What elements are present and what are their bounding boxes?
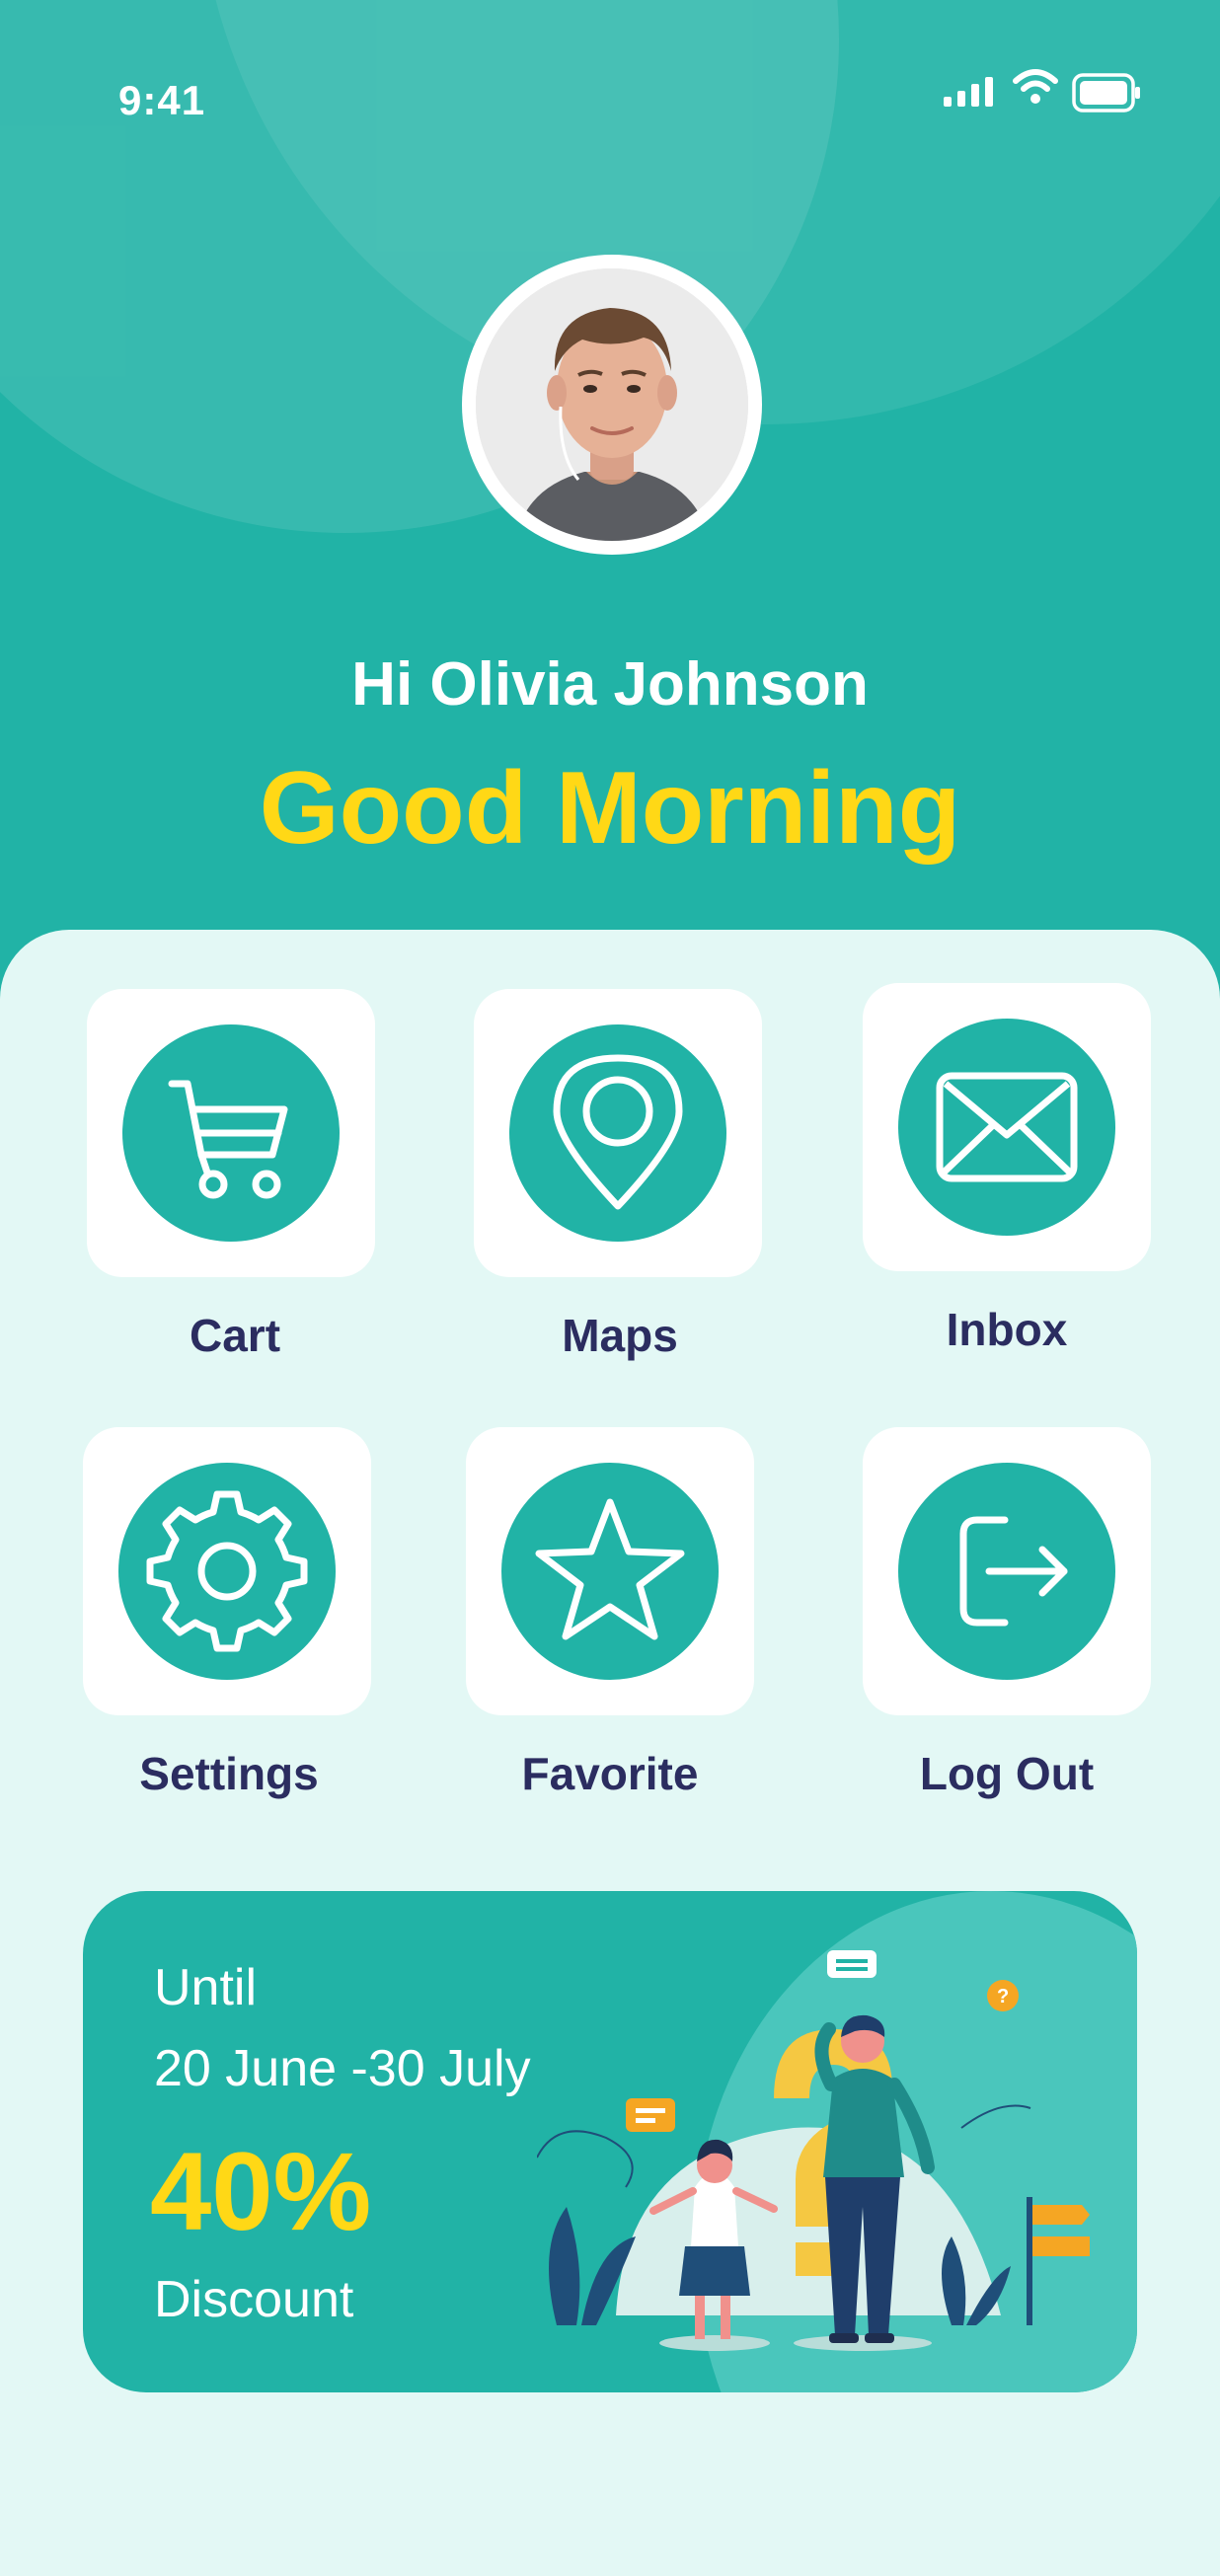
inbox-label[interactable]: Inbox [849, 1303, 1165, 1356]
promo-percent: 40% [150, 2130, 372, 2253]
people-question-illustration: ? [537, 1950, 1090, 2351]
greeting-title: Good Morning [259, 751, 961, 866]
battery-icon [1072, 73, 1140, 113]
greeting-name: Hi Olivia Johnson [351, 650, 869, 719]
favorite-icon-circle [501, 1463, 719, 1680]
status-icons [944, 69, 1141, 116]
map-pin-icon [553, 1054, 683, 1210]
header: 9:41 Hi Olivia Johnson Good Morning [0, 0, 1220, 1007]
promo-banner[interactable]: Until 20 June -30 July 40% Discount ? [83, 1891, 1137, 2392]
logout-label[interactable]: Log Out [849, 1747, 1165, 1800]
maps-tile[interactable] [474, 989, 762, 1277]
avatar[interactable] [462, 255, 762, 555]
inbox-tile[interactable] [863, 983, 1151, 1271]
promo-dates: 20 June -30 July [154, 2040, 531, 2097]
promo-until: Until [154, 1959, 258, 2016]
avatar-photo [476, 268, 748, 541]
cart-icon-circle [122, 1024, 340, 1242]
maps-label[interactable]: Maps [462, 1309, 778, 1362]
svg-text:?: ? [997, 1986, 1009, 2008]
logout-tile[interactable] [863, 1427, 1151, 1715]
settings-label[interactable]: Settings [71, 1747, 387, 1800]
cart-label[interactable]: Cart [77, 1309, 393, 1362]
settings-tile[interactable] [83, 1427, 371, 1715]
logout-icon-circle [898, 1463, 1115, 1680]
promo-discount: Discount [154, 2271, 354, 2328]
cart-icon [168, 1080, 288, 1199]
mail-icon [936, 1072, 1078, 1182]
signal-icon [944, 77, 993, 107]
settings-icon-circle [118, 1463, 336, 1680]
cart-tile[interactable] [87, 989, 375, 1277]
inbox-icon-circle [898, 1019, 1115, 1236]
wifi-icon [1013, 69, 1058, 104]
maps-icon-circle [509, 1024, 726, 1242]
gear-icon [146, 1490, 308, 1652]
favorite-tile[interactable] [466, 1427, 754, 1715]
favorite-label[interactable]: Favorite [452, 1747, 768, 1800]
star-icon [535, 1498, 685, 1640]
status-time: 9:41 [118, 77, 206, 123]
logout-icon [959, 1516, 1068, 1627]
